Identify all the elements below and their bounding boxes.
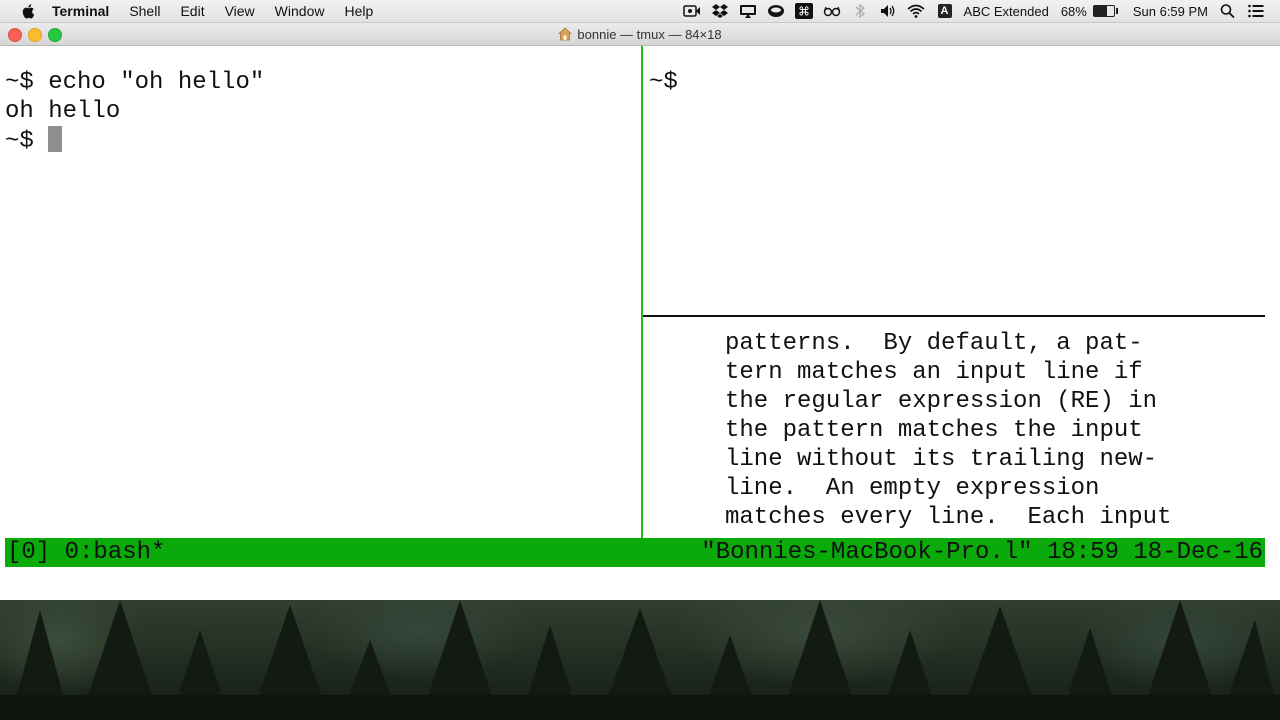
man-page-line: the pattern matches the input <box>725 417 1143 444</box>
command-key-icon[interactable]: ⌘ <box>794 3 814 19</box>
clock[interactable]: Sun 6:59 PM <box>1133 4 1208 19</box>
man-page-line: the regular expression (RE) in <box>725 388 1158 415</box>
forest-trees-graphic <box>0 600 1280 720</box>
dropbox-icon[interactable] <box>710 3 730 19</box>
svg-text:⌘: ⌘ <box>798 5 810 19</box>
screen-record-icon[interactable] <box>682 3 702 19</box>
window-title: bonnie — tmux — 84×18 <box>577 26 722 42</box>
input-source-label[interactable]: ABC Extended <box>964 4 1049 19</box>
menu-shell[interactable]: Shell <box>119 0 170 22</box>
menu-app-terminal[interactable]: Terminal <box>48 0 119 22</box>
menu-edit[interactable]: Edit <box>170 0 214 22</box>
terminal-line: oh hello <box>5 98 121 125</box>
apple-menu-icon[interactable] <box>20 2 38 20</box>
menu-bar: Terminal Shell Edit View Window Help ⌘ A… <box>0 0 1280 23</box>
battery-percent[interactable]: 68% <box>1061 4 1087 19</box>
pane-divider-horizontal[interactable] <box>643 315 1265 317</box>
volume-icon[interactable] <box>878 3 898 19</box>
home-folder-icon <box>558 27 573 41</box>
glasses-icon[interactable] <box>822 3 842 19</box>
menu-view[interactable]: View <box>215 0 265 22</box>
terminal-content[interactable]: ~$ echo "oh hello" oh hello ~$ ~$ patter… <box>0 46 1280 600</box>
pane-divider-vertical[interactable] <box>641 46 643 538</box>
input-source-badge[interactable]: A <box>937 4 952 18</box>
tmux-status-right: "Bonnies-MacBook-Pro.l" 18:59 18-Dec-16 <box>701 539 1263 566</box>
battery-icon[interactable] <box>1092 5 1118 17</box>
desktop-background <box>0 600 1280 720</box>
terminal-prompt-line: ~$ <box>5 126 63 156</box>
coffee-cup-icon[interactable] <box>766 3 786 19</box>
man-page-line: line without its trailing new- <box>725 446 1158 473</box>
menu-window[interactable]: Window <box>265 0 335 22</box>
tmux-status-bar: [0] 0:bash* "Bonnies-MacBook-Pro.l" 18:5… <box>5 538 1265 567</box>
spotlight-search-icon[interactable] <box>1218 3 1238 19</box>
man-page-line: patterns. By default, a pat- <box>725 330 1143 357</box>
wifi-icon[interactable] <box>906 3 926 19</box>
tmux-window-list[interactable]: [0] 0:bash* <box>7 538 165 567</box>
notification-center-icon[interactable] <box>1246 3 1266 19</box>
airplay-display-icon[interactable] <box>738 3 758 19</box>
bluetooth-icon[interactable] <box>850 3 870 19</box>
terminal-line: ~$ echo "oh hello" <box>5 69 265 96</box>
terminal-cursor <box>48 126 63 152</box>
window-titlebar[interactable]: bonnie — tmux — 84×18 <box>0 23 1280 46</box>
man-page-line: matches every line. Each input <box>725 504 1172 531</box>
menu-help[interactable]: Help <box>334 0 383 22</box>
terminal-line: ~$ <box>649 69 678 96</box>
terminal-window: bonnie — tmux — 84×18 ~$ echo "oh hello"… <box>0 23 1280 600</box>
man-page-line: tern matches an input line if <box>725 359 1143 386</box>
prompt-text: ~$ <box>5 128 49 155</box>
man-page-line: line. An empty expression <box>725 475 1100 502</box>
